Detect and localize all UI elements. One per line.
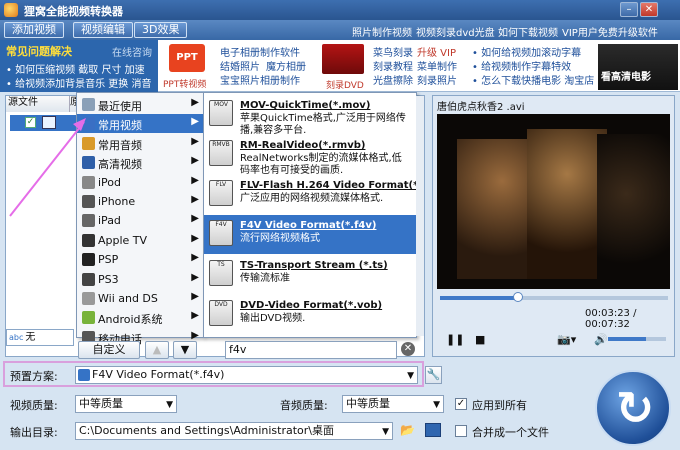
video-preview[interactable] bbox=[437, 114, 670, 289]
audio-quality-label: 音频质量: bbox=[280, 399, 328, 412]
seek-handle[interactable] bbox=[513, 292, 523, 302]
output-dir-label: 输出目录: bbox=[10, 426, 58, 439]
time-current: 00:03:23 bbox=[585, 308, 630, 319]
video-format-icon bbox=[78, 369, 90, 381]
convert-button[interactable]: ↻ bbox=[595, 370, 671, 446]
video-quality-value: 中等质量 bbox=[79, 397, 123, 410]
audio-quality-select[interactable]: 中等质量 ▼ bbox=[342, 395, 444, 413]
apply-all-checkbox[interactable]: ✓ bbox=[455, 398, 467, 410]
preset-select[interactable]: F4V Video Format(*.f4v) ▼ bbox=[75, 366, 418, 384]
scene-background bbox=[597, 134, 670, 284]
audio-quality-value: 中等质量 bbox=[346, 397, 390, 410]
pause-icon[interactable]: ❚❚ bbox=[446, 333, 464, 346]
merge-checkbox[interactable] bbox=[455, 425, 467, 437]
convert-refresh-icon: ↻ bbox=[615, 381, 655, 435]
seek-progress bbox=[440, 296, 518, 300]
chevron-down-icon[interactable]: ▼ bbox=[433, 397, 440, 413]
volume-level bbox=[608, 337, 646, 341]
preset-settings-icon[interactable]: 🔧 bbox=[425, 366, 442, 384]
folder-browse-icon[interactable]: 📂 bbox=[400, 423, 415, 437]
scene-figure-right bbox=[527, 129, 607, 279]
preset-label: 预置方案: bbox=[10, 370, 58, 383]
video-quality-select[interactable]: 中等质量 ▼ bbox=[75, 395, 177, 413]
time-display: 00:03:23 / 00:07:32 bbox=[585, 308, 637, 330]
snapshot-camera-icon[interactable]: 📷▾ bbox=[557, 333, 576, 346]
chevron-down-icon[interactable]: ▼ bbox=[407, 368, 414, 384]
output-dir-value: C:\Documents and Settings\Administrator\… bbox=[79, 424, 335, 437]
time-total: 00:07:32 bbox=[585, 319, 630, 330]
preset-value: F4V Video Format(*.f4v) bbox=[92, 368, 225, 381]
apply-all-label: 应用到所有 bbox=[472, 399, 527, 412]
video-quality-label: 视频质量: bbox=[10, 399, 58, 412]
chevron-down-icon[interactable]: ▼ bbox=[382, 424, 389, 440]
preview-filename: 唐伯虎点秋香2 .avi bbox=[437, 102, 525, 113]
open-folder-icon[interactable] bbox=[425, 423, 441, 437]
output-dir-select[interactable]: C:\Documents and Settings\Administrator\… bbox=[75, 422, 393, 440]
merge-label: 合并成一个文件 bbox=[472, 426, 549, 439]
stop-icon[interactable]: ■ bbox=[475, 333, 485, 346]
chevron-down-icon[interactable]: ▼ bbox=[166, 397, 173, 413]
volume-icon[interactable]: 🔊 bbox=[594, 333, 608, 346]
